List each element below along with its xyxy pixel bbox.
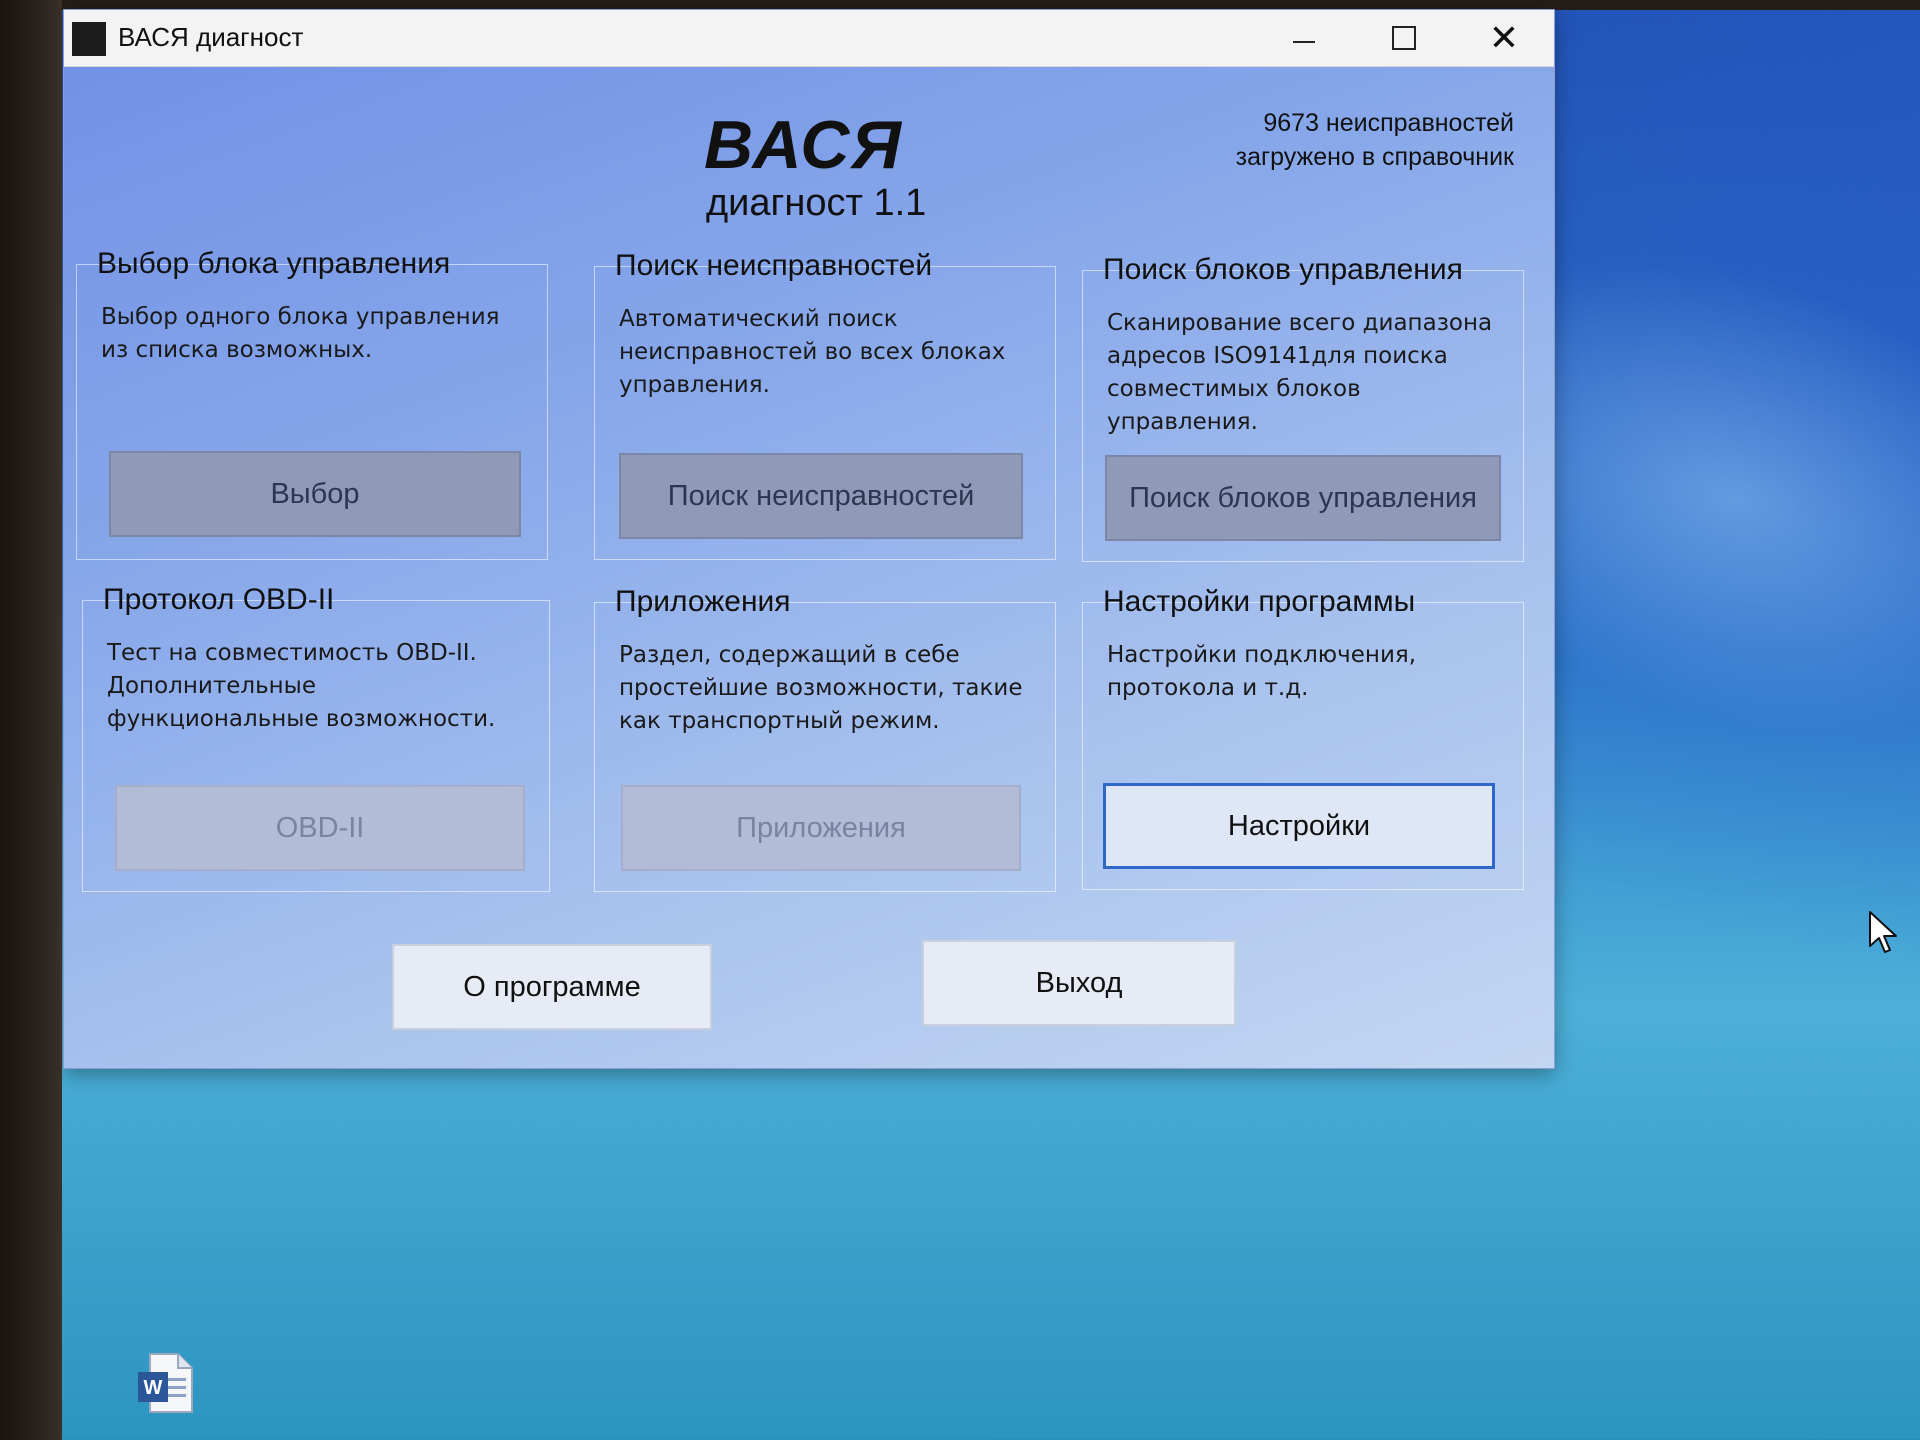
group-description: Выбор одного блока управления из списка … — [101, 304, 500, 363]
group-description: Сканирование всего диапазона адресов ISO… — [1107, 310, 1493, 435]
group-title: Протокол OBD-II — [103, 583, 335, 616]
faults-count-info: 9673 неисправностей загружено в справочн… — [1236, 106, 1514, 174]
monitor-bezel-top — [0, 0, 1920, 10]
settings-button[interactable]: Настройки — [1103, 783, 1495, 869]
ecu-search-button[interactable]: Поиск блоков управления — [1105, 455, 1501, 541]
group-applications: Приложения Раздел, содержащий в себе про… — [594, 585, 1056, 892]
group-title: Выбор блока управления — [97, 247, 451, 280]
about-button[interactable]: О программе — [392, 944, 712, 1030]
group-title: Поиск блоков управления — [1103, 253, 1463, 286]
app-icon — [72, 22, 106, 56]
group-description: Раздел, содержащий в себе простейшие воз… — [619, 642, 1023, 734]
app-window: ВАСЯ диагност ✕ ВАСЯ диагност 1.1 9673 н… — [64, 10, 1554, 1068]
word-document-icon-graphic: W — [138, 1353, 193, 1413]
group-description: Автоматический поиск неисправностей во в… — [619, 306, 1006, 398]
close-icon: ✕ — [1488, 17, 1520, 59]
monitor-bezel-left — [0, 0, 62, 1440]
group-description: Тест на совместимость OBD-II. Дополнител… — [107, 640, 496, 732]
group-title: Настройки программы — [1103, 585, 1416, 618]
minimize-button[interactable] — [1254, 10, 1354, 66]
maximize-icon — [1392, 26, 1416, 50]
app-logo: ВАСЯ — [704, 107, 903, 183]
close-button[interactable]: ✕ — [1454, 10, 1554, 66]
word-document-icon[interactable]: W — [134, 1350, 198, 1416]
svg-text:W: W — [144, 1377, 163, 1399]
applications-button[interactable]: Приложения — [621, 785, 1021, 871]
minimize-icon — [1293, 41, 1315, 43]
group-select-ecu: Выбор блока управления Выбор одного блок… — [76, 247, 548, 560]
group-ecu-search: Поиск блоков управления Сканирование все… — [1082, 253, 1524, 562]
maximize-button[interactable] — [1354, 10, 1454, 66]
obd2-button[interactable]: OBD-II — [115, 785, 525, 871]
title-bar[interactable]: ВАСЯ диагност ✕ — [64, 10, 1554, 67]
faults-count-line: 9673 неисправностей — [1263, 109, 1514, 137]
mouse-cursor-icon — [1868, 910, 1898, 954]
cursor-arrow-graphic — [1869, 911, 1897, 953]
group-description: Настройки подключения, протокола и т.д. — [1107, 642, 1417, 701]
group-title: Приложения — [615, 585, 791, 618]
app-version: диагност 1.1 — [706, 182, 927, 224]
group-fault-search: Поиск неисправностей Автоматический поис… — [594, 249, 1056, 560]
faults-loaded-line: загружено в справочник — [1235, 143, 1514, 171]
window-title: ВАСЯ диагност — [118, 22, 304, 52]
group-obd2: Протокол OBD-II Тест на совместимость OB… — [82, 583, 550, 892]
group-title: Поиск неисправностей — [615, 249, 933, 282]
exit-button[interactable]: Выход — [922, 940, 1236, 1026]
select-button[interactable]: Выбор — [109, 451, 521, 537]
fault-search-button[interactable]: Поиск неисправностей — [619, 453, 1023, 539]
group-settings: Настройки программы Настройки подключени… — [1082, 585, 1524, 890]
